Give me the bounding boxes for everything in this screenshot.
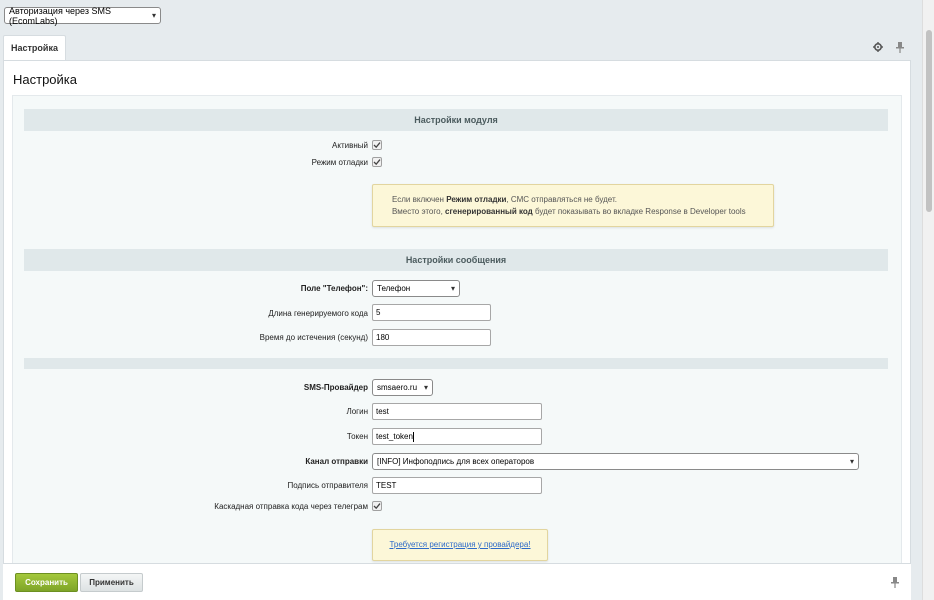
token-input[interactable]: test_token [372,428,542,445]
save-button[interactable]: Сохранить [15,573,78,592]
page-title: Настройка [13,72,77,87]
pin-icon[interactable] [894,41,906,53]
gear-icon[interactable] [872,41,884,53]
tab-icons [872,41,906,53]
checkmark-icon [373,142,381,149]
scrollbar-thumb[interactable] [926,30,932,212]
page-scrollbar[interactable] [922,0,934,600]
code-length-input[interactable]: 5 [372,304,491,321]
provider-note: Требуется регистрация у провайдера! [372,529,548,561]
settings-form: Настройки модуля Активный Режим отладки … [12,95,902,571]
telegram-checkbox[interactable] [372,501,382,511]
expiry-input[interactable]: 180 [372,329,491,346]
login-input[interactable]: test [372,403,542,420]
chevron-down-icon: ▾ [450,284,455,293]
telegram-label: Каскадная отправка кода через телеграм [214,501,368,511]
provider-label: SMS-Провайдер [303,382,368,392]
debug-note-line-1: Если включен Режим отладки, СМС отправля… [392,195,617,204]
section-message-settings: Настройки сообщения [24,249,888,271]
text-caret [412,431,414,442]
provider-select[interactable]: smsaero.ru ▾ [372,379,433,396]
active-checkbox[interactable] [372,140,382,150]
module-select[interactable]: Авторизация через SMS (EcomLabs) ▾ [4,5,161,26]
debug-note: Если включен Режим отладки, СМС отправля… [372,184,774,227]
section-module-settings: Настройки модуля [24,109,888,131]
checkmark-icon [373,503,381,510]
tab-bar: Настройка [0,34,922,60]
pin-icon[interactable] [891,577,899,590]
module-select-value: Авторизация через SMS (EcomLabs) [9,5,111,26]
chevron-down-icon: ▾ [423,383,428,392]
token-value: test_token [376,432,413,441]
registration-link[interactable]: Требуется регистрация у провайдера! [389,539,530,551]
debug-note-line-2: Вместо этого, сгенерированный код будет … [392,207,746,216]
section-divider [24,358,888,369]
channel-select[interactable]: [INFO] Инфоподпись для всех операторов ▾ [372,453,859,470]
sender-input[interactable]: TEST [372,477,542,494]
login-label: Логин [346,406,368,416]
expiry-label: Время до истечения (секунд) [259,332,368,342]
phone-field-select[interactable]: Телефон ▾ [372,280,460,297]
debug-label: Режим отладки [311,157,368,167]
sender-label: Подпись отправителя [287,480,368,490]
footer-bar: Сохранить Применить [3,563,911,600]
checkmark-icon [373,159,381,166]
debug-checkbox[interactable] [372,157,382,167]
chevron-down-icon: ▾ [849,457,854,466]
token-label: Токен [346,431,368,441]
settings-panel: Настройка Настройки модуля Активный Режи… [3,60,911,571]
chevron-down-icon: ▾ [151,11,156,20]
phone-field-label: Поле "Телефон": [300,283,368,293]
tab-settings[interactable]: Настройка [3,35,66,60]
apply-button[interactable]: Применить [80,573,143,592]
top-bar: Авторизация через SMS (EcomLabs) ▾ [0,0,922,34]
code-length-label: Длина генерируемого кода [268,308,368,318]
channel-label: Канал отправки [305,456,368,466]
active-label: Активный [332,140,368,150]
